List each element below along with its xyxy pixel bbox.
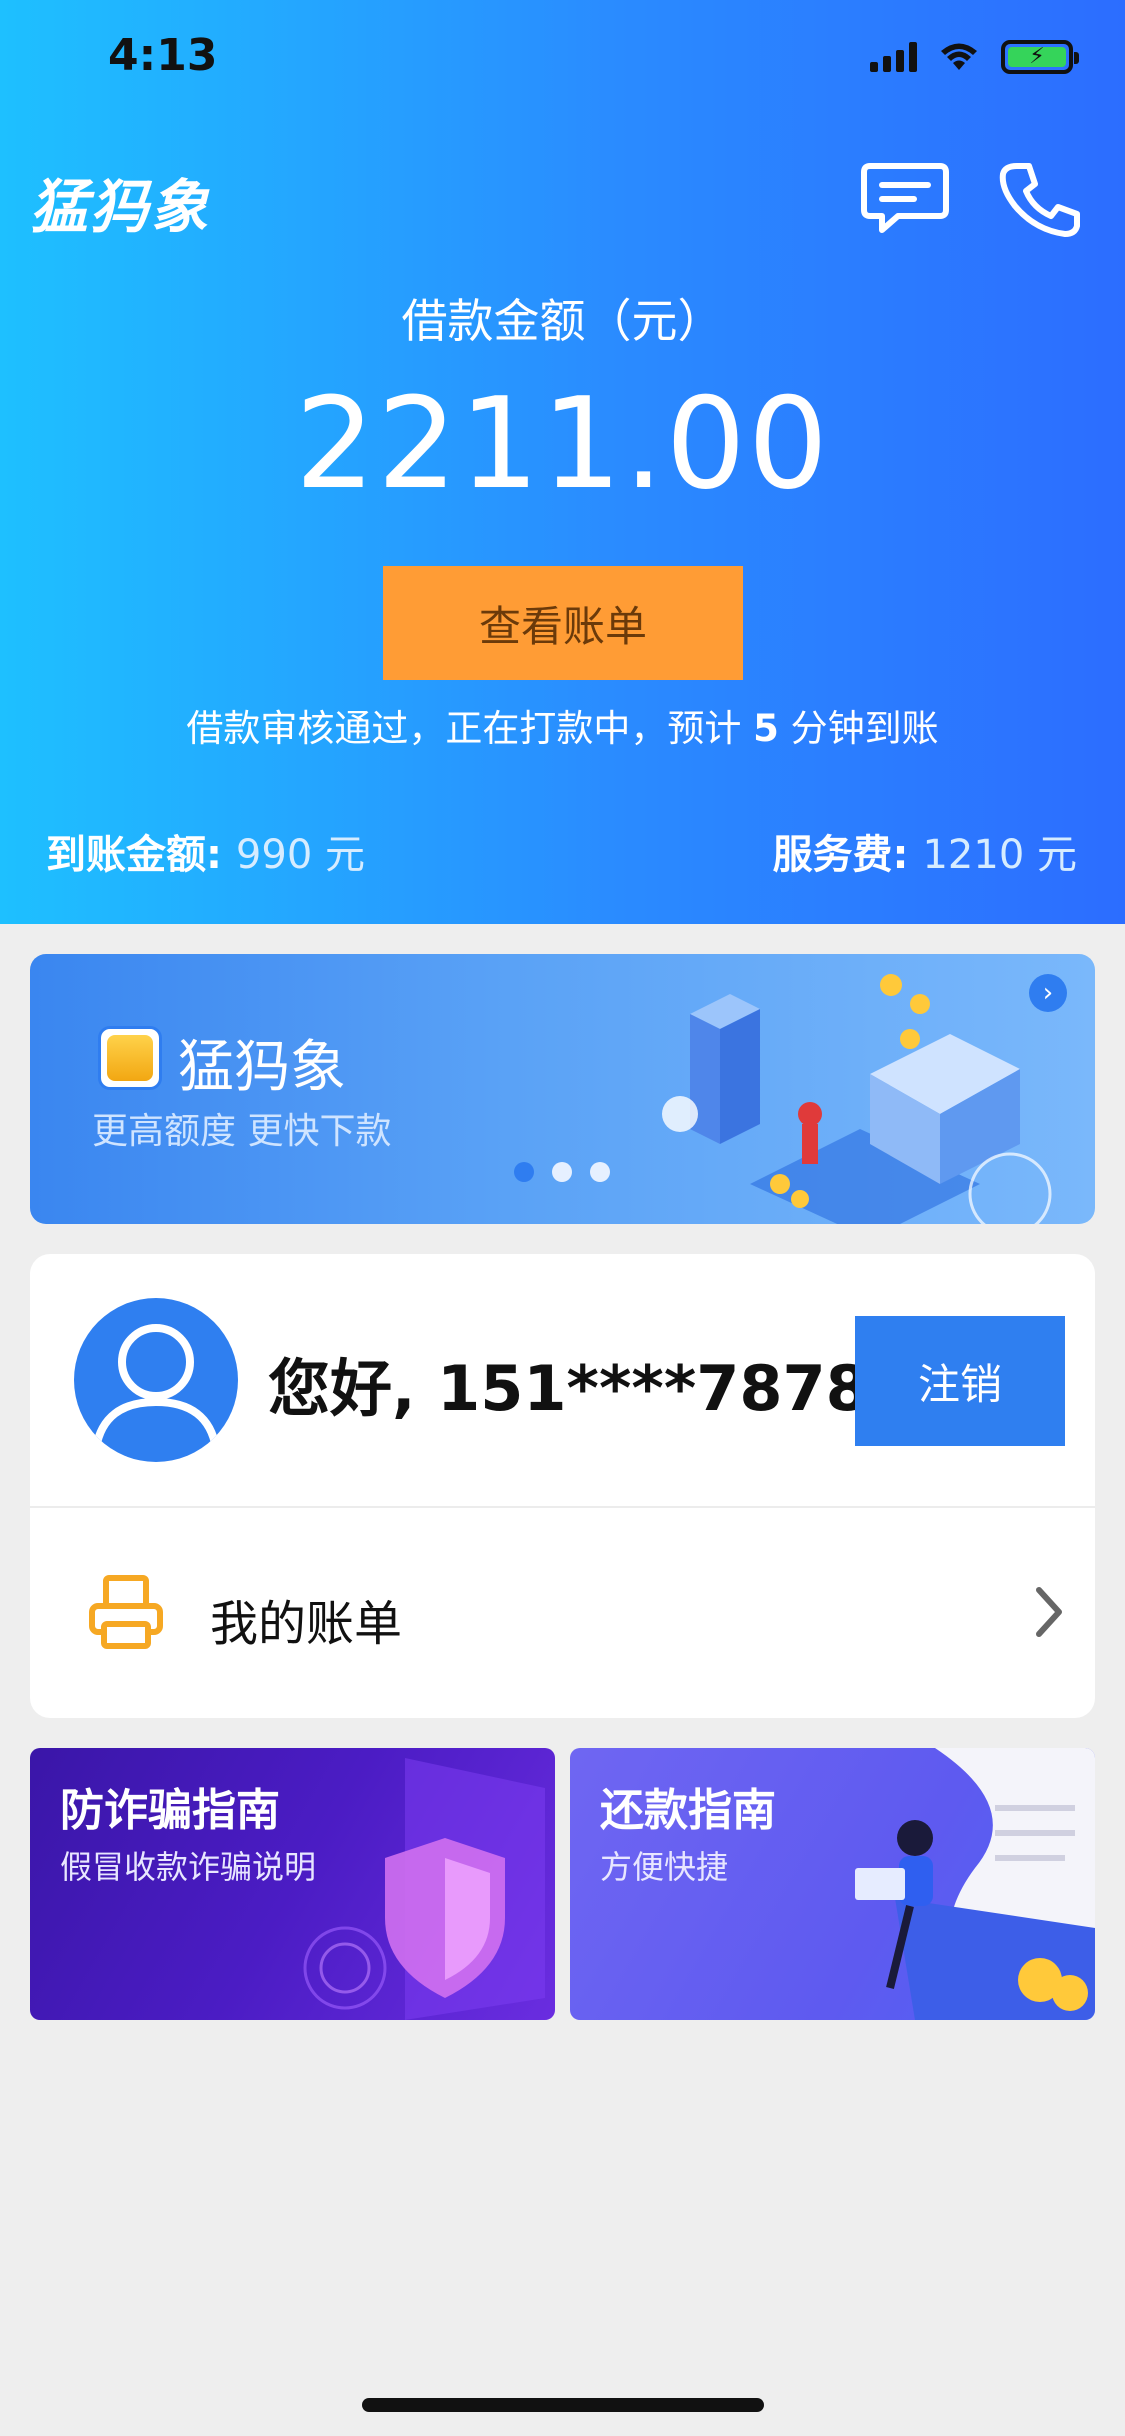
battery-icon: ⚡ bbox=[1001, 40, 1079, 74]
carousel-dot[interactable] bbox=[590, 1162, 610, 1182]
logout-button[interactable]: 注销 bbox=[855, 1316, 1065, 1446]
home-indicator[interactable] bbox=[362, 2398, 764, 2412]
progress-text-part: 分钟到账 bbox=[778, 707, 939, 750]
banner-title: 猛犸象 bbox=[178, 1035, 346, 1100]
user-card: 您好, 151****7878 注销 我的账单 bbox=[30, 1254, 1095, 1718]
arrival-amount: 到账金额: 990 元 bbox=[46, 822, 365, 880]
loan-progress-text: 借款审核通过，正在打款中，预计 5 分钟到账 bbox=[0, 698, 1125, 752]
carousel-dot[interactable] bbox=[552, 1162, 572, 1182]
carousel-dot[interactable] bbox=[514, 1162, 534, 1182]
status-time: 4:13 bbox=[108, 30, 218, 81]
chevron-right-icon[interactable]: › bbox=[1029, 974, 1067, 1012]
user-icon bbox=[92, 1324, 220, 1449]
printer-icon bbox=[89, 1575, 163, 1649]
avatar bbox=[74, 1298, 238, 1462]
loan-amount-value: 2211.00 bbox=[294, 370, 831, 517]
service-fee-label: 服务费: bbox=[772, 832, 923, 878]
anti-fraud-guide-title: 防诈骗指南 bbox=[60, 1785, 280, 1836]
status-icons: ⚡ bbox=[870, 40, 1079, 74]
my-bill-item[interactable]: 我的账单 bbox=[30, 1508, 1095, 1718]
arrival-amount-label: 到账金额: bbox=[46, 832, 236, 878]
signal-icon bbox=[870, 42, 917, 72]
app-logo: 猛犸象 bbox=[30, 173, 211, 241]
my-bill-label: 我的账单 bbox=[210, 1596, 403, 1652]
arrival-amount-value: 990 元 bbox=[235, 832, 365, 878]
loan-amount-label: 借款金额（元） bbox=[401, 294, 724, 348]
anti-fraud-guide-card[interactable]: 防诈骗指南 假冒收款诈骗说明 bbox=[30, 1748, 555, 2020]
banner-subtitle: 更高额度 更快下款 bbox=[92, 1111, 392, 1152]
anti-fraud-guide-subtitle: 假冒收款诈骗说明 bbox=[60, 1848, 317, 1886]
wifi-icon bbox=[941, 43, 977, 70]
message-icon[interactable] bbox=[860, 158, 950, 238]
repayment-guide-card[interactable]: 还款指南 方便快捷 bbox=[570, 1748, 1095, 2020]
mammoth-logo-icon bbox=[98, 1026, 162, 1090]
carousel-dots[interactable] bbox=[514, 1162, 610, 1182]
chevron-right-icon bbox=[1036, 1587, 1062, 1637]
user-greeting: 您好, 151****7878 bbox=[268, 1352, 869, 1425]
progress-text-part: 借款审核通过，正在打款中，预计 bbox=[186, 707, 754, 750]
phone-icon[interactable] bbox=[995, 158, 1085, 238]
repayment-guide-subtitle: 方便快捷 bbox=[600, 1848, 729, 1886]
person-laptop-illustration bbox=[855, 1748, 1095, 2020]
service-fee-value: 1210 元 bbox=[922, 832, 1077, 878]
loan-header: 4:13 ⚡ 猛犸象 借款金额（元） 2211.00 查看账单 借款审核通过，正… bbox=[0, 0, 1125, 924]
progress-minutes: 5 bbox=[753, 707, 779, 750]
view-bill-button[interactable]: 查看账单 bbox=[383, 566, 743, 680]
service-fee: 服务费: 1210 元 bbox=[773, 822, 1077, 880]
promo-banner[interactable]: 猛犸象 更高额度 更快下款 › bbox=[30, 954, 1095, 1224]
repayment-guide-title: 还款指南 bbox=[600, 1785, 776, 1836]
